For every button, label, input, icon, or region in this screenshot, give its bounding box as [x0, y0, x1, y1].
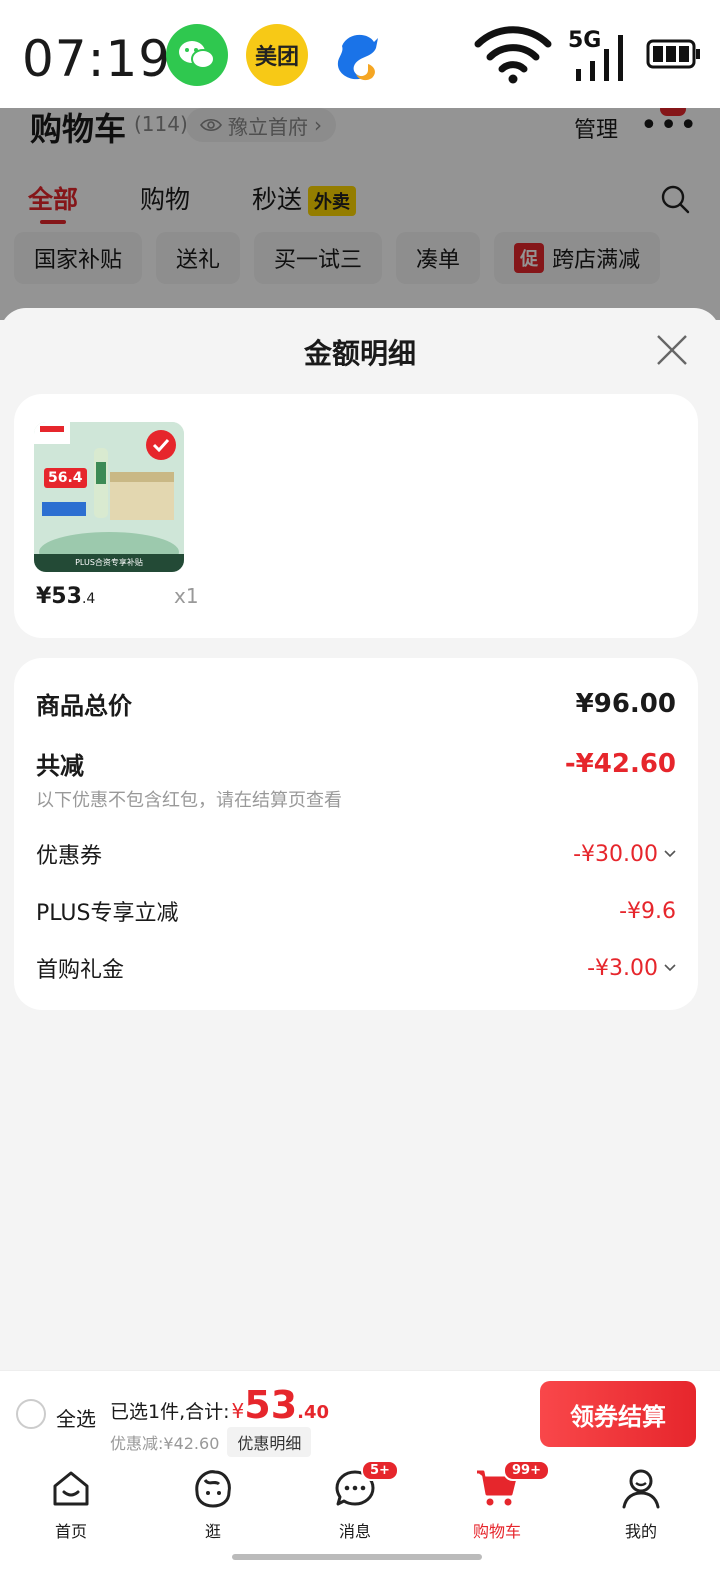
- select-all-radio[interactable]: [16, 1399, 46, 1429]
- checkout-total-line: 已选1件,合计: ¥ 53 .40: [110, 1383, 330, 1427]
- sheet-title: 金额明细: [303, 337, 416, 370]
- coupon-value-wrap: -¥30.00: [573, 842, 676, 867]
- tab-explore[interactable]: 逛: [158, 1466, 268, 1542]
- plus-row: PLUS专享立减 -¥9.6: [36, 895, 676, 927]
- explore-face-icon: [191, 1466, 235, 1510]
- total-label: 商品总价: [36, 692, 132, 720]
- selected-text: 已选1件,合计:: [110, 1401, 230, 1423]
- product-thumbnail[interactable]: 56.4 PLUS合资专享补贴: [34, 422, 184, 572]
- reduce-value: -¥42.60: [564, 748, 676, 779]
- tab-messages-label: 消息: [338, 1522, 371, 1541]
- total-integer: 53: [244, 1383, 298, 1427]
- item-quantity: x1: [174, 584, 199, 608]
- tab-explore-label: 逛: [204, 1522, 221, 1541]
- tab-home-label: 首页: [54, 1522, 87, 1541]
- message-icon: 5+: [333, 1460, 399, 1510]
- select-all-label[interactable]: 全选: [56, 1403, 96, 1432]
- total-value: ¥96.00: [575, 688, 676, 719]
- thumb-banner: PLUS合资专享补贴: [34, 554, 184, 572]
- status-right-icons: 5G: [474, 22, 702, 86]
- overlay-dim[interactable]: [0, 108, 720, 320]
- checkout-bar: 全选 已选1件,合计: ¥ 53 .40 优惠减:¥42.60 优惠明细 领券结…: [0, 1370, 720, 1458]
- coupon-row[interactable]: 优惠券 -¥30.00: [36, 838, 676, 870]
- amount-detail-sheet: 金额明细 56.4 PLUS合资专享补贴 ¥53.4 x1 商品总价 ¥96.0…: [0, 308, 720, 1376]
- wechat-icon: [166, 24, 228, 86]
- total-decimal: .40: [297, 1402, 330, 1423]
- chevron-down-icon: [664, 964, 676, 972]
- tab-home[interactable]: 首页: [16, 1466, 126, 1542]
- discount-text: 优惠减:¥42.60: [110, 1434, 220, 1453]
- status-bar: 07:19 美团 5G: [0, 0, 720, 108]
- coupon-label: 优惠券: [36, 844, 103, 869]
- discount-note: 以下优惠不包含红包，请在结算页查看: [36, 790, 342, 811]
- selected-items-card: 56.4 PLUS合资专享补贴 ¥53.4 x1: [14, 394, 698, 638]
- total-currency: ¥: [231, 1399, 245, 1423]
- battery-icon: [646, 39, 700, 69]
- bottom-tab-bar: 首页 逛 5+ 消息 99+ 购物车 我的: [0, 1458, 720, 1584]
- total-row: 商品总价 ¥96.00: [36, 686, 676, 721]
- first-purchase-value-wrap: -¥3.00: [587, 956, 676, 981]
- tab-profile[interactable]: 我的: [586, 1466, 696, 1542]
- first-purchase-value: -¥3.00: [587, 955, 658, 981]
- item-price-main: ¥53: [36, 584, 82, 609]
- tab-profile-label: 我的: [624, 1522, 657, 1541]
- tab-cart[interactable]: 99+ 购物车: [442, 1460, 552, 1542]
- item-price-decimal: .4: [81, 591, 96, 607]
- home-indicator[interactable]: [232, 1554, 482, 1560]
- home-icon: [49, 1466, 93, 1510]
- close-icon[interactable]: [654, 332, 690, 368]
- checked-icon: [146, 430, 176, 460]
- cart-icon: 99+: [475, 1460, 550, 1510]
- cart-badge: 99+: [503, 1460, 550, 1481]
- reduce-row: 共减 -¥42.60: [36, 746, 676, 781]
- first-purchase-row[interactable]: 首购礼金 -¥3.00: [36, 952, 676, 984]
- dolphin-app-icon: [326, 24, 388, 86]
- item-price: ¥53.4: [36, 584, 95, 609]
- reduce-label: 共减: [36, 752, 84, 780]
- messages-badge: 5+: [361, 1460, 399, 1481]
- signal-5g-icon: 5G: [568, 28, 623, 81]
- profile-icon: [619, 1466, 663, 1510]
- tab-cart-label: 购物车: [472, 1522, 521, 1541]
- svg-text:5G: 5G: [568, 28, 601, 53]
- tab-messages[interactable]: 5+ 消息: [300, 1460, 410, 1542]
- plus-label: PLUS专享立减: [36, 901, 179, 926]
- chevron-down-icon: [664, 850, 676, 858]
- meituan-icon: 美团: [246, 24, 308, 86]
- status-time: 07:19: [22, 30, 172, 88]
- discount-detail-button[interactable]: 优惠明细: [227, 1427, 312, 1457]
- thumb-price: 56.4: [44, 468, 87, 488]
- first-purchase-label: 首购礼金: [36, 958, 125, 983]
- checkout-button[interactable]: 领券结算: [540, 1381, 696, 1447]
- plus-value: -¥9.6: [619, 898, 676, 924]
- coupon-value: -¥30.00: [573, 841, 658, 867]
- price-breakdown-card: 商品总价 ¥96.00 共减 -¥42.60 以下优惠不包含红包，请在结算页查看…: [14, 658, 698, 1010]
- wifi-icon: [474, 26, 552, 84]
- checkout-discount-line: 优惠减:¥42.60 优惠明细: [110, 1427, 312, 1457]
